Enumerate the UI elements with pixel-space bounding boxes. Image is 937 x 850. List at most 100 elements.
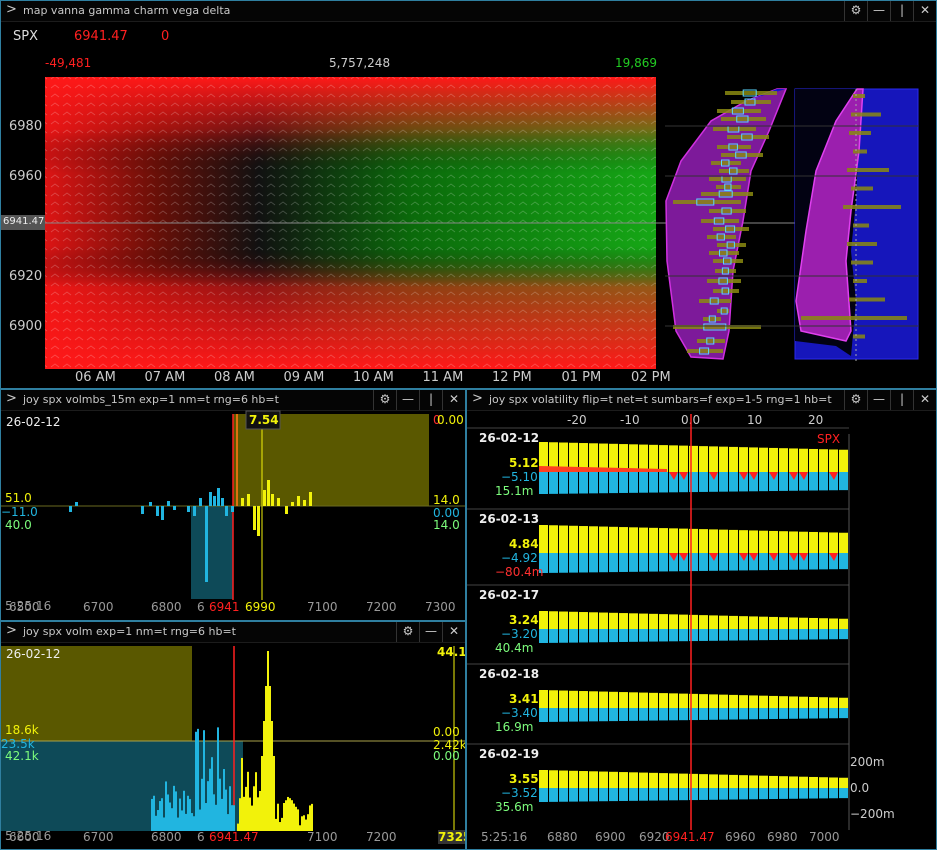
flip-bar-yellow [619, 772, 628, 788]
volm-bar [201, 778, 203, 831]
volmbs-bar [205, 506, 208, 582]
flip-bar-cyan [589, 629, 598, 643]
flip-bar-yellow [739, 530, 748, 553]
profile-bar [711, 161, 741, 165]
flip-bar-cyan [759, 629, 768, 641]
profile-bar [853, 94, 865, 98]
volm-bar [297, 809, 299, 831]
flip-bar-cyan [639, 788, 648, 801]
flip-bar-cyan [739, 629, 748, 641]
flip-bar-cyan [809, 553, 818, 570]
volm-bar [285, 800, 287, 831]
flip-bar-cyan [699, 708, 708, 720]
flip-bar-yellow [749, 695, 758, 708]
profile-bar [853, 334, 865, 339]
row-value-2: −4.92 [501, 551, 538, 565]
flip-bar-yellow [759, 616, 768, 629]
volmbs-bar [187, 506, 190, 512]
flip-bar-cyan [559, 472, 568, 494]
flip-bar-cyan [779, 788, 788, 799]
flip-bar-cyan [739, 708, 748, 720]
volm-panel: > joy spx volm exp=1 nm=t rng=6 hb=t ⚙ —… [0, 621, 466, 850]
flip-bar-cyan [569, 472, 578, 494]
flip-bar-cyan [649, 708, 658, 721]
flip-bar-yellow [769, 695, 778, 708]
y-tick-label: 6980 [9, 119, 43, 134]
flip-bar-yellow [659, 693, 668, 708]
flip-bar-yellow [719, 774, 728, 788]
volm-bar [291, 800, 293, 831]
volm-bar [221, 798, 223, 831]
x-tick-label: 7100 [307, 830, 338, 844]
x-tick-label: 6900 [595, 830, 626, 844]
flip-bar-yellow [539, 690, 548, 708]
flip-bar-cyan [729, 472, 738, 492]
right-value-1: 0.00 [433, 725, 460, 739]
flip-bar-yellow [759, 530, 768, 553]
flip-bar-cyan [589, 708, 598, 722]
volmbs-bar [225, 506, 228, 516]
volmbs-bar [241, 498, 244, 506]
heatmap-chart[interactable] [1, 1, 937, 389]
profile-bar [697, 339, 725, 343]
volm-bar [229, 786, 231, 831]
flip-bar-cyan [589, 472, 598, 494]
volm-bar [217, 727, 219, 831]
volmbs-bar [149, 502, 152, 506]
top-right-yellow: 0.00 [437, 413, 464, 427]
flip-bar-cyan [549, 629, 558, 643]
profile-bar [701, 219, 739, 223]
profile-bar [713, 127, 756, 131]
volmbs-chart[interactable] [1, 390, 466, 621]
flip-bar-cyan [639, 629, 648, 642]
flip-bar-cyan [839, 788, 848, 799]
volm-bar [269, 686, 271, 831]
flip-bar-yellow [789, 531, 798, 553]
flip-bar-cyan [769, 708, 778, 720]
volm-bar [219, 778, 221, 831]
cursor-value: 7.54 [249, 413, 279, 427]
profile-bar [715, 269, 736, 273]
volm-bar [213, 794, 215, 831]
flip-panel: > joy spx volatility flip=t net=t sumbar… [466, 389, 937, 850]
x-tick-label: 7300 [425, 600, 456, 614]
flip-bar-yellow [649, 613, 658, 629]
flip-bar-yellow [589, 691, 598, 708]
flip-bar-yellow [669, 773, 678, 788]
date-label: 26-02-12 [6, 647, 61, 661]
flip-bar-cyan [549, 708, 558, 722]
volm-bar [183, 790, 185, 831]
volm-bar [195, 731, 197, 831]
left-value-1: 51.0 [5, 491, 32, 505]
flip-bar-yellow [729, 774, 738, 788]
flip-bar-cyan [719, 553, 728, 571]
spx-label: SPX [817, 432, 841, 446]
flip-bar-yellow [659, 773, 668, 788]
flip-bar-yellow [739, 447, 748, 472]
row-value-2: −3.40 [501, 706, 538, 720]
row-date: 26-02-18 [479, 667, 540, 681]
flip-bar-cyan [669, 788, 678, 801]
row-value-2: −3.52 [501, 786, 538, 800]
flip-bar-yellow [649, 692, 658, 708]
flip-bar-cyan [629, 708, 638, 721]
volmbs-bar [297, 496, 300, 506]
volm-bar [159, 801, 161, 831]
flip-bar-yellow [709, 529, 718, 553]
right-value-3: 0.00 [433, 749, 460, 763]
left-value-3: 40.0 [5, 518, 32, 532]
flip-bar-cyan [809, 788, 818, 799]
right-value-3: 14.0 [433, 518, 460, 532]
flip-bar-yellow [729, 615, 738, 629]
flip-bar-cyan [829, 629, 838, 640]
x-tick-label: 7200 [366, 600, 397, 614]
flip-bar-yellow [789, 448, 798, 472]
flip-bar-yellow [569, 525, 578, 553]
x-tick-label: 6700 [83, 830, 114, 844]
volm-bar [161, 798, 163, 831]
flip-bar-cyan [709, 708, 718, 720]
volm-chart[interactable] [1, 622, 466, 850]
flip-bar-cyan [779, 708, 788, 719]
volmbs-bar [257, 506, 260, 536]
profile-bar [727, 135, 769, 139]
